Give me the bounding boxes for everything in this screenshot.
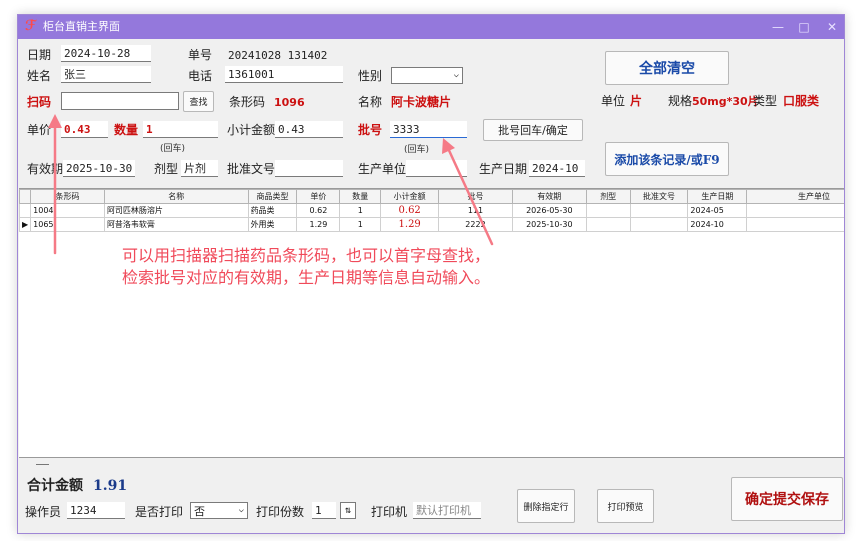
annotation-line-2: 检索批号对应的有效期，生产日期等信息自动输入。 <box>122 268 491 287</box>
annotation-line-1: 可以用扫描器扫描药品条形码，也可以首字母查找， <box>122 246 491 265</box>
arrowhead-scan <box>48 114 62 128</box>
arrow-to-batch <box>445 144 494 246</box>
annotation-text: 可以用扫描器扫描药品条形码，也可以首字母查找， 检索批号对应的有效期，生产日期等… <box>122 245 490 289</box>
